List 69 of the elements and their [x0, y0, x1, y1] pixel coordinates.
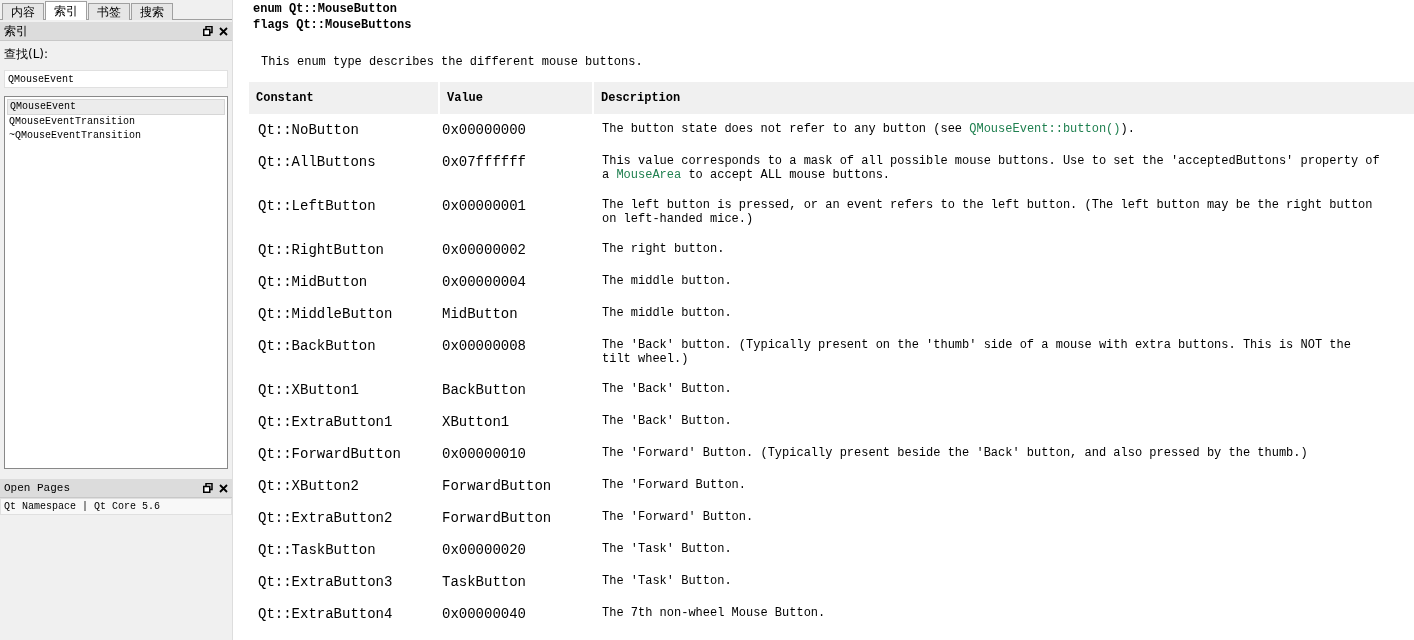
column-header: Value — [440, 82, 592, 114]
sidebar-tab[interactable]: 书签 — [88, 3, 130, 20]
description-text: The 'Forward' Button. (Typically present beside the 'Back' button, and also pressed by the thumb.) — [601, 445, 1309, 462]
description-text: The 7th non-wheel Mouse Button. — [601, 605, 827, 622]
description-text: The 'Forward' Button. — [601, 509, 755, 526]
close-icon[interactable] — [219, 483, 228, 493]
find-label: 查找(L): — [3, 46, 50, 63]
dock-title: 索引 — [4, 22, 28, 40]
sidebar-tab[interactable]: 搜索 — [131, 3, 173, 20]
value-cell-text: ForwardButton — [441, 509, 553, 528]
intro-text: This enum type describes the different mouse buttons. — [261, 55, 644, 69]
constant-cell-text: Qt::ForwardButton — [257, 445, 402, 464]
description-text: The 'Forward Button. — [601, 477, 748, 494]
description-text: This value corresponds to a mask of all possible mouse buttons. Use to set the 'acceptedButtons' property of a MouseArea to accept ALL mouse buttons. — [601, 153, 1381, 184]
description-text: The 'Back' Button. — [601, 381, 733, 398]
sidebar-tab[interactable]: 索引 — [45, 1, 87, 20]
value-cell-text: 0x07ffffff — [441, 153, 527, 172]
dock-title: Open Pages — [4, 482, 70, 494]
constant-cell-text: Qt::XButton2 — [257, 477, 360, 496]
constant-cell-text: Qt::AllButtons — [257, 153, 377, 172]
description-text: The middle button. — [601, 273, 733, 290]
open-page-item[interactable]: Qt Namespace | Qt Core 5.6 — [0, 498, 232, 515]
description-text: The 'Task' Button. — [601, 573, 733, 590]
column-header: Constant — [249, 82, 438, 114]
index-list-item[interactable]: QMouseEvent — [7, 99, 225, 115]
sidebar-tab[interactable]: 内容 — [2, 3, 44, 20]
value-cell-text: 0x00000008 — [441, 337, 527, 356]
value-cell-text: MidButton — [441, 305, 519, 324]
index-list-item[interactable]: QMouseEventTransition — [7, 115, 225, 129]
value-cell-text: 0x00000020 — [441, 541, 527, 560]
constant-cell-text: Qt::LeftButton — [257, 197, 377, 216]
column-header: Description — [594, 82, 1414, 114]
description-text: The 'Back' button. (Typically present on the 'thumb' side of a mouse with extra buttons. This is NOT the tilt wheel.) — [601, 337, 1352, 368]
link[interactable]: QMouseEvent::button() — [969, 122, 1121, 136]
value-cell-text: ForwardButton — [441, 477, 553, 496]
value-cell-text: TaskButton — [441, 573, 527, 592]
close-icon[interactable] — [219, 26, 228, 36]
constant-cell-text: Qt::MiddleButton — [257, 305, 394, 324]
value-cell-text: 0x00000010 — [441, 445, 527, 464]
value-cell-text: 0x00000001 — [441, 197, 527, 216]
description-text: The middle button. — [601, 305, 733, 322]
index-list-item[interactable]: ~QMouseEventTransition — [7, 129, 225, 143]
link[interactable]: MouseArea — [616, 168, 682, 182]
description-text: The left button is pressed, or an event refers to the left button. (The left button may be the right button on left-handed mice.) — [601, 197, 1374, 228]
description-text: The 'Task' Button. — [601, 541, 733, 558]
value-cell-text: 0x00000002 — [441, 241, 527, 260]
constant-cell-text: Qt::XButton1 — [257, 381, 360, 400]
description-text: The 'Back' Button. — [601, 413, 733, 430]
value-cell-text: 0x00000000 — [441, 121, 527, 140]
value-cell-text: XButton1 — [441, 413, 511, 432]
float-icon[interactable] — [203, 483, 213, 493]
constant-cell-text: Qt::RightButton — [257, 241, 386, 260]
constant-cell-text: Qt::ExtraButton4 — [257, 605, 394, 624]
value-cell-text: 0x00000040 — [441, 605, 527, 624]
constant-cell-text: Qt::ExtraButton2 — [257, 509, 394, 528]
description-text: The right button. — [601, 241, 726, 258]
constant-cell-text: Qt::BackButton — [257, 337, 377, 356]
constant-cell-text: Qt::MidButton — [257, 273, 369, 292]
description-text: The button state does not refer to any button (see QMouseEvent::button()). — [601, 121, 1136, 138]
constant-cell-text: Qt::ExtraButton3 — [257, 573, 394, 592]
search-field[interactable]: QMouseEvent — [4, 70, 228, 88]
declaration-heading: enum Qt::MouseButton — [252, 1, 399, 17]
declaration-heading: flags Qt::MouseButtons — [252, 17, 413, 33]
value-cell-text: BackButton — [441, 381, 527, 400]
float-icon[interactable] — [203, 26, 213, 36]
constant-cell-text: Qt::ExtraButton1 — [257, 413, 394, 432]
value-cell-text: 0x00000004 — [441, 273, 527, 292]
constant-cell-text: Qt::NoButton — [257, 121, 360, 140]
constant-cell-text: Qt::TaskButton — [257, 541, 377, 560]
